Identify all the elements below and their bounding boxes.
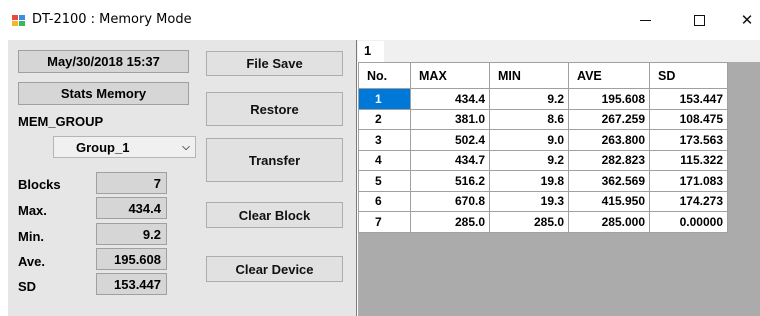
table-row[interactable]: 3 502.4 9.0 263.800 173.563: [358, 129, 728, 151]
sd-label: SD: [18, 279, 37, 294]
column-header-ave[interactable]: AVE: [568, 62, 650, 89]
cell-max[interactable]: 381.0: [410, 108, 490, 130]
cell-min[interactable]: 9.0: [489, 129, 569, 151]
cell-sd[interactable]: 174.273: [649, 190, 728, 212]
cell-ave[interactable]: 195.608: [568, 88, 650, 110]
cell-max[interactable]: 516.2: [410, 170, 490, 192]
clear-block-button[interactable]: Clear Block: [206, 202, 343, 228]
cell-no[interactable]: 2: [358, 108, 411, 130]
cell-ave[interactable]: 282.823: [568, 149, 650, 171]
cell-max[interactable]: 502.4: [410, 129, 490, 151]
cell-ave[interactable]: 263.800: [568, 129, 650, 151]
group-select[interactable]: Group_1 ⌵: [53, 136, 196, 158]
minimize-icon: [639, 19, 651, 21]
cell-no[interactable]: 5: [358, 170, 411, 192]
sd-value: 153.447: [96, 273, 167, 295]
cell-sd[interactable]: 0.00000: [649, 211, 728, 233]
cell-sd[interactable]: 108.475: [649, 108, 728, 130]
window-title: DT-2100 : Memory Mode: [32, 12, 192, 27]
blocks-value: 7: [96, 172, 167, 194]
cell-no[interactable]: 3: [358, 129, 411, 151]
ave-value: 195.608: [96, 248, 167, 270]
column-header-no[interactable]: No.: [358, 62, 411, 89]
cell-sd[interactable]: 153.447: [649, 88, 728, 110]
group-select-value: Group_1: [76, 139, 130, 155]
column-header-max[interactable]: MAX: [410, 62, 490, 89]
clear-device-button[interactable]: Clear Device: [206, 256, 343, 282]
cell-no[interactable]: 1: [358, 88, 411, 110]
table-row[interactable]: 6 670.8 19.3 415.950 174.273: [358, 190, 728, 212]
close-button[interactable]: ✕: [724, 0, 760, 40]
cell-min[interactable]: 19.8: [489, 170, 569, 192]
cell-min[interactable]: 9.2: [489, 88, 569, 110]
close-icon: ✕: [740, 11, 754, 29]
max-label: Max.: [18, 203, 47, 218]
table-row[interactable]: 4 434.7 9.2 282.823 115.322: [358, 149, 728, 171]
table-row[interactable]: 2 381.0 8.6 267.259 108.475: [358, 108, 728, 130]
memory-data-grid[interactable]: No. MAX MIN AVE SD 1 434.4 9.2 195.608 153.4…: [358, 62, 728, 233]
cell-ave[interactable]: 267.259: [568, 108, 650, 130]
right-panel: 1 No. MAX MIN AVE SD 1 434.4 9.2 195.608 153…: [356, 40, 760, 316]
table-row[interactable]: 5 516.2 19.8 362.569 171.083: [358, 170, 728, 192]
maximize-icon: [693, 14, 705, 26]
cell-no[interactable]: 6: [358, 190, 411, 212]
tab-strip: 1: [357, 40, 760, 62]
cell-min[interactable]: 8.6: [489, 108, 569, 130]
min-label: Min.: [18, 229, 44, 244]
chevron-down-icon[interactable]: ⌵: [177, 142, 195, 153]
restore-button[interactable]: Restore: [206, 92, 343, 126]
cell-max[interactable]: 434.7: [410, 149, 490, 171]
ave-label: Ave.: [18, 254, 45, 269]
cell-ave[interactable]: 285.000: [568, 211, 650, 233]
blocks-label: Blocks: [18, 177, 61, 192]
cell-min[interactable]: 19.3: [489, 190, 569, 212]
title-bar[interactable]: DT-2100 : Memory Mode ✕: [0, 0, 760, 40]
tab-1[interactable]: 1: [358, 41, 384, 62]
cell-ave[interactable]: 415.950: [568, 190, 650, 212]
cell-sd[interactable]: 115.322: [649, 149, 728, 171]
cell-min[interactable]: 9.2: [489, 149, 569, 171]
transfer-button[interactable]: Transfer: [206, 138, 343, 182]
cell-sd[interactable]: 173.563: [649, 129, 728, 151]
cell-min[interactable]: 285.0: [489, 211, 569, 233]
cell-no[interactable]: 7: [358, 211, 411, 233]
table-row[interactable]: 1 434.4 9.2 195.608 153.447: [358, 88, 728, 110]
stats-memory-header: Stats Memory: [18, 82, 189, 105]
grid-header-row: No. MAX MIN AVE SD: [358, 62, 728, 89]
cell-max[interactable]: 285.0: [410, 211, 490, 233]
datetime-display: May/30/2018 15:37: [18, 50, 189, 73]
app-icon: [12, 15, 25, 26]
cell-sd[interactable]: 171.083: [649, 170, 728, 192]
cell-max[interactable]: 670.8: [410, 190, 490, 212]
cell-ave[interactable]: 362.569: [568, 170, 650, 192]
max-value: 434.4: [96, 197, 167, 219]
left-panel: May/30/2018 15:37 Stats Memory MEM_GROUP…: [8, 40, 356, 316]
table-row[interactable]: 7 285.0 285.0 285.000 0.00000: [358, 211, 728, 233]
column-header-sd[interactable]: SD: [649, 62, 728, 89]
min-value: 9.2: [96, 223, 167, 245]
maximize-button[interactable]: [676, 0, 722, 40]
file-save-button[interactable]: File Save: [206, 51, 343, 76]
cell-max[interactable]: 434.4: [410, 88, 490, 110]
mem-group-label: MEM_GROUP: [18, 114, 104, 129]
column-header-min[interactable]: MIN: [489, 62, 569, 89]
client-area: May/30/2018 15:37 Stats Memory MEM_GROUP…: [8, 40, 760, 316]
cell-no[interactable]: 4: [358, 149, 411, 171]
minimize-button[interactable]: [622, 0, 668, 40]
data-grid-area[interactable]: No. MAX MIN AVE SD 1 434.4 9.2 195.608 153.4…: [358, 62, 760, 316]
